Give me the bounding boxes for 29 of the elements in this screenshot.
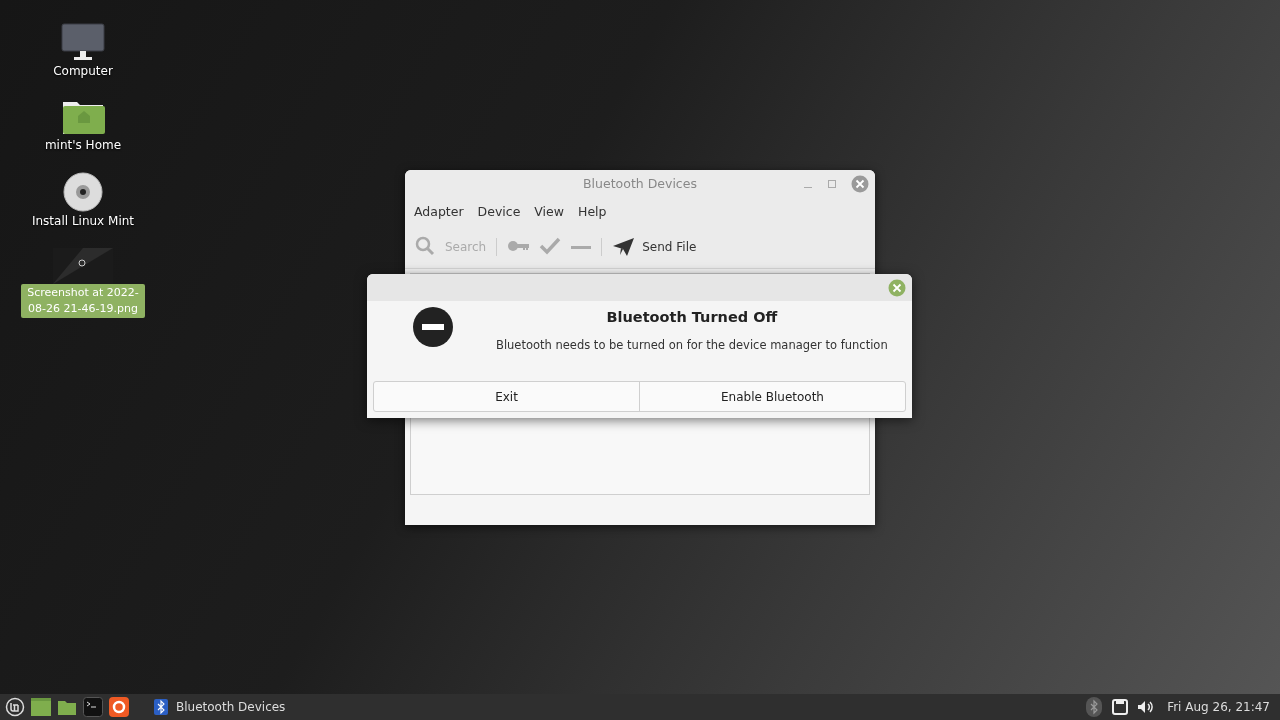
dialog-title: Bluetooth Turned Off xyxy=(605,308,779,327)
terminal-icon[interactable] xyxy=(83,697,103,717)
monitor-icon[interactable] xyxy=(61,22,105,62)
window-title: Bluetooth Devices xyxy=(583,174,697,193)
bluetooth-icon xyxy=(154,699,168,715)
desktop-icon-label[interactable]: Computer xyxy=(50,62,116,80)
menu-item[interactable]: View xyxy=(529,200,569,225)
menu-item[interactable]: Adapter xyxy=(409,200,469,225)
disc-icon[interactable] xyxy=(63,172,103,212)
dialog-button[interactable]: Enable Bluetooth xyxy=(639,382,905,411)
browser-icon[interactable] xyxy=(109,697,129,717)
minus-icon xyxy=(571,245,592,249)
send-button[interactable]: Send File xyxy=(612,236,697,259)
desktop-icon-label[interactable]: Install Linux Mint xyxy=(28,212,138,230)
volume-icon[interactable] xyxy=(1137,698,1156,716)
network-icon[interactable] xyxy=(1112,698,1129,716)
desktop-icon-label[interactable]: mint's Home xyxy=(41,136,125,154)
menu-item[interactable]: Help xyxy=(573,200,612,225)
close-icon[interactable] xyxy=(851,175,869,193)
bluetooth-icon[interactable] xyxy=(1086,697,1103,717)
window-icon[interactable] xyxy=(31,697,51,717)
menu-icon[interactable] xyxy=(5,697,25,717)
dialog-button[interactable]: Exit xyxy=(374,382,639,411)
image-thumbnail-icon[interactable] xyxy=(53,248,113,284)
no-entry-icon xyxy=(413,307,453,347)
dialog-message: Bluetooth needs to be turned on for the device manager to function xyxy=(496,336,888,354)
menu-item[interactable]: Device xyxy=(472,200,526,225)
clock[interactable]: Fri Aug 26, 21:47 xyxy=(1167,698,1270,716)
taskbar-item[interactable]: Bluetooth Devices xyxy=(146,695,294,719)
